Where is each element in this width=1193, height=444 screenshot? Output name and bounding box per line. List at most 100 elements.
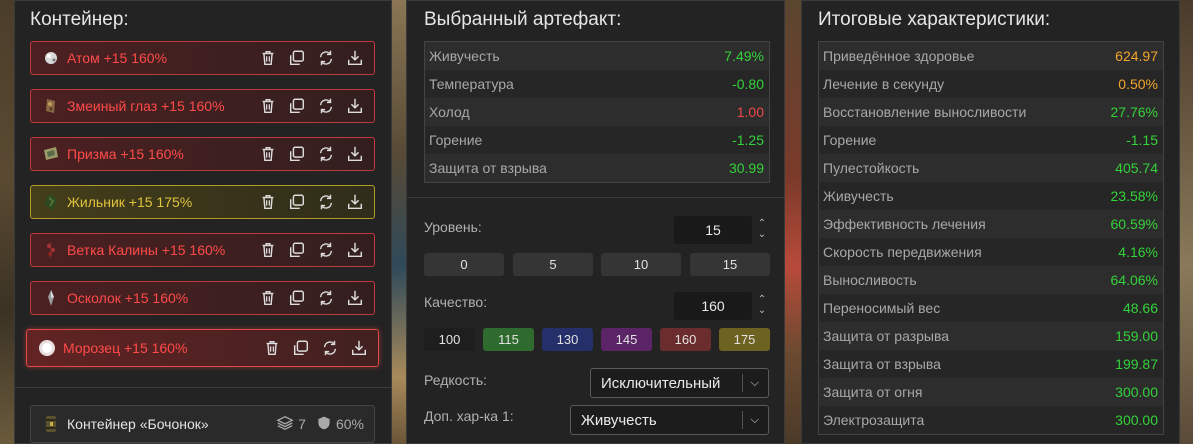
chevron-down-icon: ⌵: [750, 376, 759, 389]
download-icon[interactable]: [346, 193, 364, 211]
artifact-item[interactable]: Ветка Калины +15 160%: [30, 233, 375, 267]
download-icon[interactable]: [350, 339, 368, 357]
stat-row: Пулестойкость 405.74: [819, 154, 1163, 182]
quality-stepper[interactable]: ⌃ ⌄: [756, 294, 768, 316]
container-protection-value: 60%: [335, 416, 364, 432]
download-icon[interactable]: [346, 145, 364, 163]
stat-value: 405.74: [1115, 160, 1158, 176]
copy-icon[interactable]: [288, 97, 306, 115]
stat-name: Живучесть: [429, 48, 500, 64]
stat-value: 199.87: [1115, 356, 1158, 372]
stat-value: 60.59%: [1110, 216, 1158, 232]
level-input[interactable]: 15: [674, 216, 752, 244]
stat-name: Защита от взрыва: [429, 160, 547, 176]
swap-icon[interactable]: [317, 241, 335, 259]
level-preset-button[interactable]: 0: [424, 253, 504, 276]
stat-name: Температура: [429, 76, 514, 92]
stat-row: Температура -0.80: [425, 70, 769, 98]
quality-preset-button[interactable]: 130: [542, 328, 593, 351]
rarity-value: Исключительный: [601, 374, 721, 392]
chevron-down-icon[interactable]: ⌄: [756, 305, 768, 316]
container-selector[interactable]: Контейнер «Бочонок» 7 60%: [30, 405, 375, 443]
quality-input[interactable]: 160: [674, 292, 752, 320]
copy-icon[interactable]: [288, 289, 306, 307]
stat-name: Живучесть: [823, 188, 894, 204]
download-icon[interactable]: [346, 97, 364, 115]
download-icon[interactable]: [346, 241, 364, 259]
barrel-container-icon: [41, 414, 61, 434]
rarity-label: Редкость:: [424, 372, 488, 388]
stat-row: Горение -1.25: [425, 126, 769, 154]
stat-name: Эффективность лечения: [823, 216, 986, 232]
artifact-stats-table: Живучесть 7.49% Температура -0.80 Холод 1.00 Г…: [424, 41, 770, 183]
quality-preset-button[interactable]: 160: [660, 328, 711, 351]
background-left: [0, 0, 14, 444]
prism-icon: [41, 144, 61, 164]
container-panel: Контейнер: Атом +15 160% Змеиный глаз +15…: [14, 0, 392, 444]
artifact-item[interactable]: Змеиный глаз +15 160%: [30, 89, 375, 123]
swap-icon[interactable]: [317, 97, 335, 115]
background-gap-2: [785, 0, 801, 444]
trash-icon[interactable]: [259, 193, 277, 211]
copy-icon[interactable]: [288, 193, 306, 211]
chevron-down-icon[interactable]: ⌄: [756, 229, 768, 240]
trash-icon[interactable]: [259, 289, 277, 307]
level-preset-button[interactable]: 10: [601, 253, 681, 276]
level-preset-button[interactable]: 15: [690, 253, 770, 276]
swap-icon[interactable]: [317, 145, 335, 163]
stat-name: Защита от взрыва: [823, 356, 941, 372]
stat-name: Пулестойкость: [823, 160, 920, 176]
stat-value: -1.15: [1126, 132, 1158, 148]
copy-icon[interactable]: [288, 241, 306, 259]
stat-value: 300.00: [1115, 384, 1158, 400]
viburnum-branch-icon: [41, 240, 61, 260]
swap-icon[interactable]: [317, 289, 335, 307]
rarity-select[interactable]: Исключительный ⌵: [590, 368, 769, 398]
quality-preset-button[interactable]: 115: [483, 328, 534, 351]
stat-name: Скорость передвижения: [823, 244, 982, 260]
panel-divider: [15, 387, 391, 388]
stat-row: Защита от разрыва 159.00: [819, 322, 1163, 350]
copy-icon[interactable]: [288, 49, 306, 67]
trash-icon[interactable]: [263, 339, 281, 357]
artifact-item-label: Атом +15 160%: [67, 50, 168, 66]
quality-preset-button[interactable]: 175: [719, 328, 770, 351]
artifact-item-label: Морозец +15 160%: [63, 340, 188, 356]
swap-icon[interactable]: [317, 193, 335, 211]
artifact-item[interactable]: Морозец +15 160%: [26, 329, 379, 367]
chevron-down-icon: ⌵: [750, 413, 759, 426]
chevron-up-icon[interactable]: ⌃: [756, 294, 768, 305]
artifact-item-label: Призма +15 160%: [67, 146, 184, 162]
trash-icon[interactable]: [259, 97, 277, 115]
swap-icon[interactable]: [317, 49, 335, 67]
stat-row: Холод 1.00: [425, 98, 769, 126]
swap-icon[interactable]: [321, 339, 339, 357]
stat-value: 159.00: [1115, 328, 1158, 344]
trash-icon[interactable]: [259, 145, 277, 163]
quality-preset-button[interactable]: 145: [601, 328, 652, 351]
totals-panel-title: Итоговые характеристики:: [818, 9, 1051, 30]
artifact-item[interactable]: Призма +15 160%: [30, 137, 375, 171]
stat-name: Приведённое здоровье: [823, 48, 975, 64]
stat-value: 7.49%: [724, 48, 764, 64]
artifact-item[interactable]: Жильник +15 175%: [30, 185, 375, 219]
trash-icon[interactable]: [259, 49, 277, 67]
quality-preset-button[interactable]: 100: [424, 328, 475, 351]
chevron-up-icon[interactable]: ⌃: [756, 218, 768, 229]
stat-row: Горение -1.15: [819, 126, 1163, 154]
artifact-item[interactable]: Атом +15 160%: [30, 41, 375, 75]
background-gap-1: [392, 0, 406, 444]
stat-value: 0.50%: [1118, 76, 1158, 92]
copy-icon[interactable]: [292, 339, 310, 357]
quality-label: Качество:: [424, 294, 488, 310]
download-icon[interactable]: [346, 289, 364, 307]
container-name: Контейнер «Бочонок»: [67, 416, 209, 432]
trash-icon[interactable]: [259, 241, 277, 259]
extra-stat-select[interactable]: Живучесть ⌵: [570, 405, 769, 435]
level-preset-button[interactable]: 5: [513, 253, 593, 276]
download-icon[interactable]: [346, 49, 364, 67]
artifact-item[interactable]: Осколок +15 160%: [30, 281, 375, 315]
totals-stats-table: Приведённое здоровье 624.97 Лечение в секу…: [818, 41, 1164, 435]
copy-icon[interactable]: [288, 145, 306, 163]
level-stepper[interactable]: ⌃ ⌄: [756, 218, 768, 240]
